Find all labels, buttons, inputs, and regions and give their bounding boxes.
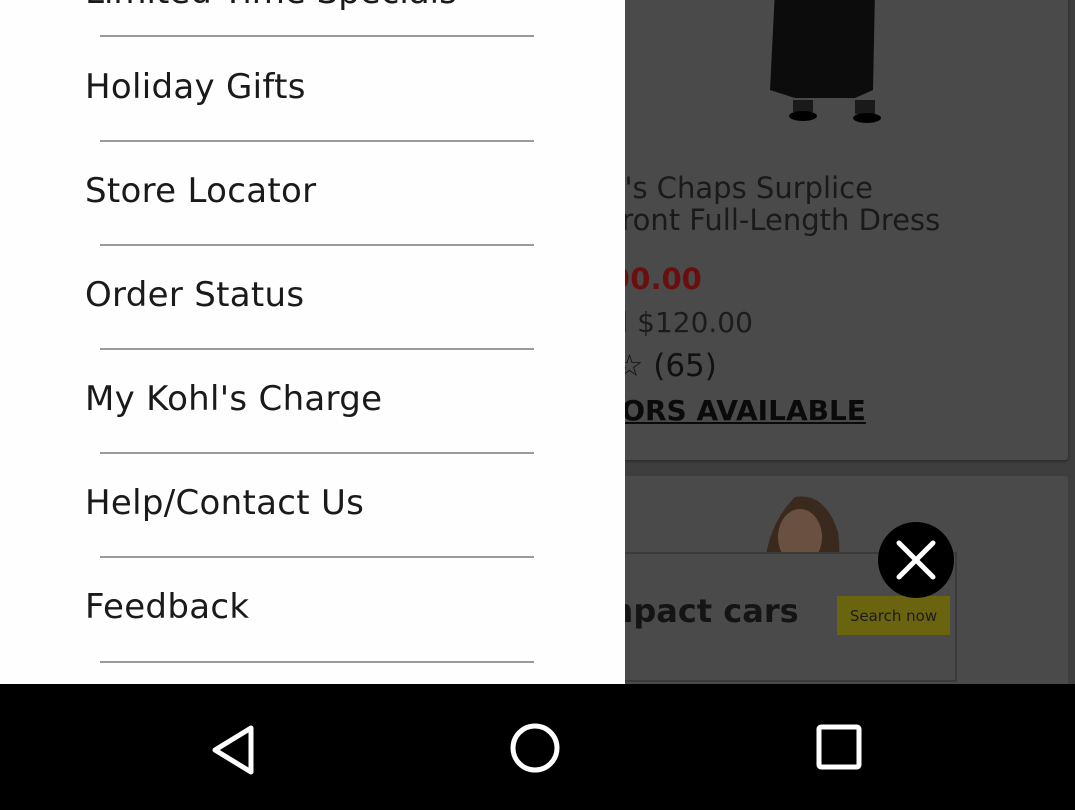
back-triangle-icon[interactable] bbox=[203, 720, 263, 780]
review-count: (65) bbox=[653, 348, 717, 384]
drawer-item-label: My Kohl's Charge bbox=[85, 379, 383, 419]
drawer-item-feedback[interactable]: Feedback bbox=[0, 557, 625, 661]
drawer-item-help-contact[interactable]: Help/Contact Us bbox=[0, 453, 625, 557]
product-title-line-1: men's Chaps Surplice bbox=[560, 171, 873, 205]
home-circle-icon[interactable] bbox=[505, 720, 565, 780]
ad-search-now-button[interactable]: Search now bbox=[837, 596, 950, 635]
drawer-item-kohls-charge[interactable]: My Kohl's Charge bbox=[0, 349, 625, 453]
product-title-line-2: pe-Front Full-Length Dress bbox=[560, 203, 941, 237]
drawer-item-partial[interactable]: Limited Time Specials bbox=[85, 0, 457, 12]
drawer-item-label: Help/Contact Us bbox=[85, 483, 365, 523]
product-image-dress bbox=[770, 0, 881, 123]
close-icon bbox=[896, 540, 936, 580]
drawer-item-order-status[interactable]: Order Status bbox=[0, 245, 625, 349]
drawer-item-store-locator[interactable]: Store Locator bbox=[0, 141, 625, 245]
drawer-item-label: Store Locator bbox=[85, 171, 317, 211]
drawer-item-label: Holiday Gifts bbox=[85, 67, 306, 107]
recents-square-icon[interactable] bbox=[809, 720, 869, 780]
ad-close-button[interactable] bbox=[878, 522, 954, 598]
drawer-item-holiday-gifts[interactable]: Holiday Gifts bbox=[0, 37, 625, 141]
system-navigation-bar bbox=[0, 684, 1075, 810]
drawer-item-label: Feedback bbox=[85, 587, 250, 627]
ad-text: mpact cars bbox=[600, 592, 799, 630]
divider bbox=[100, 661, 534, 663]
navigation-drawer: Limited Time Specials Holiday Gifts Stor… bbox=[0, 0, 625, 684]
drawer-item-label: Order Status bbox=[85, 275, 305, 315]
product-title[interactable]: men's Chaps Surplice pe-Front Full-Lengt… bbox=[560, 172, 1060, 236]
